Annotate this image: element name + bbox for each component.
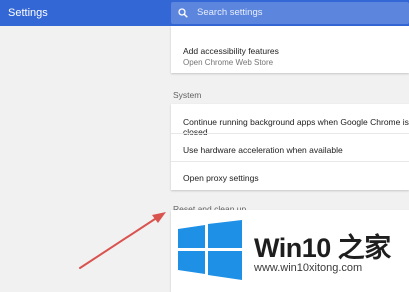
watermark-url: www.win10xitong.com <box>254 262 363 274</box>
watermark: Win10 之家 www.win10xitong.com <box>176 214 409 292</box>
watermark-title: Win10 之家 <box>254 233 391 263</box>
windows-logo-icon <box>178 220 242 280</box>
